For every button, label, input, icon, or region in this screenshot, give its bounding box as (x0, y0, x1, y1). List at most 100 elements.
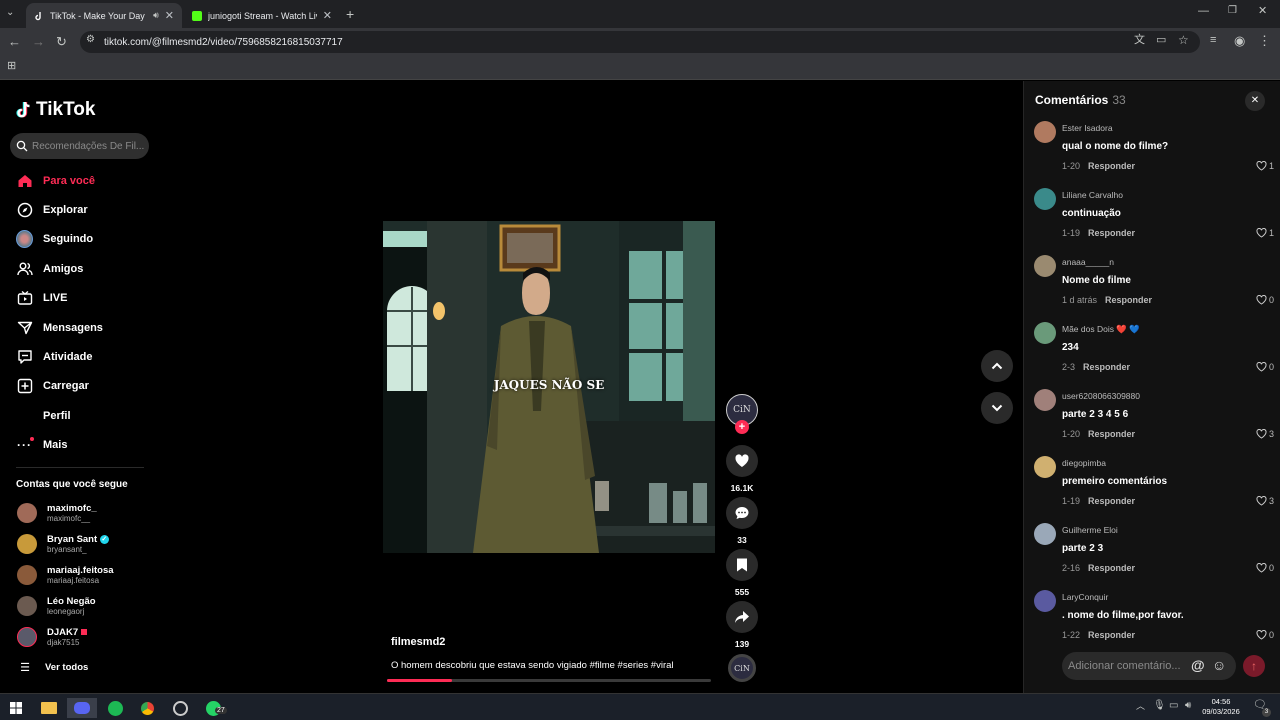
comment-username[interactable]: anaaa_____n (1062, 257, 1114, 267)
reply-button[interactable]: Responder (1088, 429, 1135, 439)
follow-plus-icon[interactable]: + (735, 420, 749, 434)
comment-username[interactable]: diegopimba (1062, 458, 1106, 468)
avatar[interactable] (1034, 590, 1056, 612)
avatar[interactable] (1034, 389, 1056, 411)
comment-like-button[interactable]: 1 (1256, 228, 1274, 238)
avatar[interactable] (1034, 121, 1056, 143)
like-button[interactable]: 16.1K (726, 445, 758, 493)
profile-icon[interactable]: ◉ (1234, 34, 1245, 47)
whatsapp-icon[interactable]: 27 (201, 698, 227, 718)
reply-button[interactable]: Responder (1088, 563, 1135, 573)
send-comment-icon[interactable]: ↑ (1243, 655, 1265, 677)
reload-icon[interactable]: ↻ (56, 35, 67, 48)
comment-username[interactable]: Guilherme Eloi (1062, 525, 1118, 535)
comment-button[interactable]: 33 (726, 497, 758, 545)
translate-icon[interactable]: 文 (1134, 35, 1145, 46)
following-account[interactable]: DJAK7 djak7515 (17, 627, 87, 647)
avatar[interactable] (1034, 322, 1056, 344)
bookmark-star-icon[interactable]: ☆ (1178, 34, 1189, 46)
menu-icon[interactable]: ⋮ (1258, 34, 1271, 47)
comment-username[interactable]: Ester Isadora (1062, 123, 1113, 133)
nav-atividade[interactable]: Atividade (16, 348, 93, 365)
video-progress-bar[interactable] (387, 679, 711, 682)
mention-icon[interactable]: @ (1191, 657, 1205, 673)
window-close-icon[interactable]: ✕ (1258, 6, 1267, 17)
tab-close-icon[interactable]: ✕ (165, 9, 174, 22)
reply-button[interactable]: Responder (1088, 228, 1135, 238)
comment-like-button[interactable]: 0 (1256, 630, 1274, 640)
comment-like-button[interactable]: 1 (1256, 161, 1274, 171)
new-tab-icon[interactable]: + (346, 7, 354, 21)
tab-stream[interactable]: juniogoti Stream - Watch Live o ✕ (184, 3, 340, 28)
system-clock[interactable]: 04:56 09/03/2026 (1200, 697, 1242, 717)
comment-like-button[interactable]: 0 (1256, 563, 1274, 573)
forward-icon[interactable]: → (32, 35, 45, 48)
app-icon[interactable] (168, 698, 192, 718)
creator-avatar[interactable]: CiN + (726, 394, 758, 434)
tray-chevron-icon[interactable]: ︿ (1136, 702, 1145, 711)
apps-grid-icon[interactable]: ⊞ (7, 61, 16, 72)
comment-username[interactable]: LaryConquir (1062, 592, 1108, 602)
reply-button[interactable]: Responder (1088, 496, 1135, 506)
share-button[interactable]: 139 (726, 601, 758, 649)
reply-button[interactable]: Responder (1088, 161, 1135, 171)
network-icon[interactable]: ▭ (1169, 701, 1178, 711)
minimize-icon[interactable]: — (1198, 6, 1209, 17)
volume-icon[interactable]: 🔊︎ (1185, 701, 1191, 711)
nav-carregar[interactable]: Carregar (16, 377, 89, 394)
nav-mensagens[interactable]: Mensagens (16, 319, 103, 336)
microphone-icon[interactable]: 🎙︎ (1153, 701, 1166, 711)
avatar[interactable] (1034, 255, 1056, 277)
chrome-icon[interactable] (135, 698, 159, 718)
nav-perfil[interactable]: Perfil (16, 407, 71, 424)
tab-tiktok[interactable]: TikTok - Make Your Day 🔊︎ ✕ (26, 3, 182, 28)
previous-video-button[interactable] (981, 350, 1013, 382)
comment-username[interactable]: Mãe dos Dois ❤️ 💙 (1062, 324, 1140, 335)
following-account[interactable]: Bryan Sant ✓ bryansant_ (17, 534, 109, 554)
avatar[interactable] (1034, 523, 1056, 545)
comment-username[interactable]: Liliane Carvalho (1062, 190, 1123, 200)
reply-button[interactable]: Responder (1105, 295, 1152, 305)
nav-explorar[interactable]: Explorar (16, 201, 88, 218)
tab-search-icon[interactable]: ⌄ (6, 8, 14, 18)
nav-amigos[interactable]: Amigos (16, 260, 83, 277)
close-comments-icon[interactable]: ✕ (1245, 91, 1265, 111)
emoji-icon[interactable]: ☺ (1212, 657, 1226, 673)
speaker-icon[interactable]: 🔊︎ (153, 11, 159, 20)
avatar[interactable] (1034, 456, 1056, 478)
see-all-link[interactable]: ☰ Ver todos (17, 661, 88, 674)
file-explorer-icon[interactable] (37, 698, 61, 718)
tab-close-icon[interactable]: ✕ (323, 9, 332, 22)
video-player[interactable]: JAQUES NÃO SE (383, 221, 715, 553)
windows-start-icon[interactable] (4, 698, 28, 718)
nav-mais[interactable]: ··· Mais (16, 436, 67, 453)
nav-para-voce[interactable]: Para você (16, 172, 95, 189)
sound-avatar[interactable]: CiN (726, 654, 758, 682)
tiktok-logo[interactable]: TikTok (16, 99, 95, 121)
save-button[interactable]: 555 (726, 549, 758, 597)
following-account[interactable]: maximofc_ maximofc__ (17, 503, 97, 523)
reply-button[interactable]: Responder (1088, 630, 1135, 640)
comment-like-button[interactable]: 3 (1256, 496, 1274, 506)
following-account[interactable]: Léo Negão leonegaorj (17, 596, 96, 616)
spotify-icon[interactable] (103, 698, 127, 718)
video-author[interactable]: filmesmd2 (391, 636, 445, 648)
address-bar[interactable]: ⚙ tiktok.com/@filmesmd2/video/7596858216… (80, 31, 1200, 53)
reply-button[interactable]: Responder (1083, 362, 1130, 372)
site-info-icon[interactable]: ⚙ (86, 35, 95, 45)
comment-like-button[interactable]: 3 (1256, 429, 1274, 439)
discord-icon[interactable] (67, 698, 97, 718)
comment-like-button[interactable]: 0 (1256, 295, 1274, 305)
nav-seguindo[interactable]: Seguindo (16, 229, 93, 248)
comment-like-button[interactable]: 0 (1256, 362, 1274, 372)
next-video-button[interactable] (981, 392, 1013, 424)
search-input[interactable]: Recomendações De Fil... (10, 133, 149, 159)
avatar[interactable] (1034, 188, 1056, 210)
restore-icon[interactable]: ❐ (1228, 6, 1237, 16)
cast-icon[interactable]: ▭ (1156, 35, 1166, 46)
comment-input[interactable]: Adicionar comentário... @ ☺ (1062, 652, 1236, 680)
following-account[interactable]: mariaaj.feitosa mariaaj.feitosa (17, 565, 114, 585)
media-icon[interactable]: ≡ (1210, 35, 1216, 46)
back-icon[interactable]: ← (8, 35, 21, 48)
comment-username[interactable]: user6208066309880 (1062, 391, 1140, 401)
